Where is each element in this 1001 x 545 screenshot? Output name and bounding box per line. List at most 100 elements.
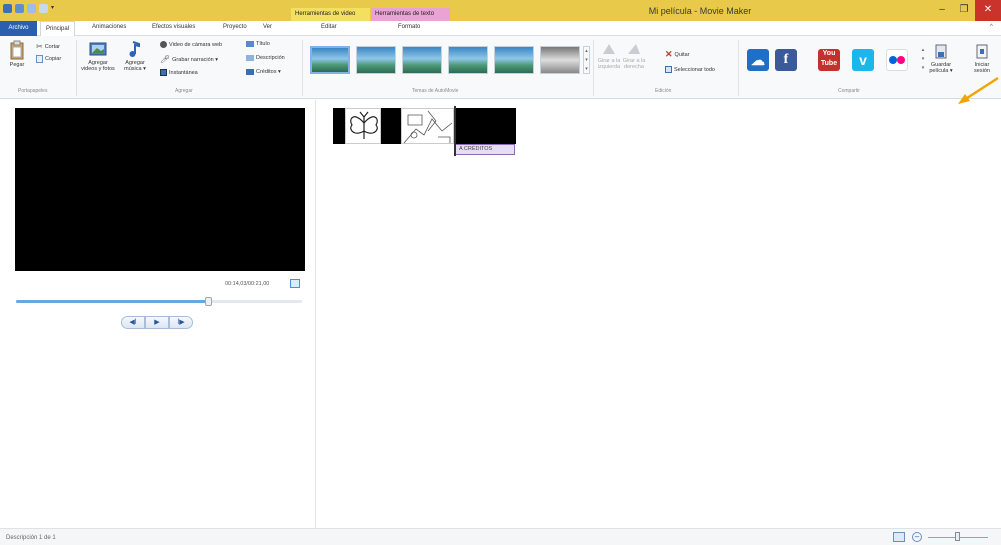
- title-label: Título: [256, 41, 270, 47]
- title-bar: ▾ Herramientas de video Herramientas de …: [0, 0, 1001, 21]
- previous-frame-button[interactable]: ◀ǀ: [121, 316, 145, 329]
- clip-credits-black[interactable]: [456, 108, 516, 144]
- seek-bar-thumb[interactable]: [204, 297, 212, 306]
- separator: [738, 40, 739, 96]
- credits-caption-bar[interactable]: A CRÉDITOS: [455, 144, 515, 155]
- credits-button[interactable]: Créditos ▾: [246, 69, 281, 75]
- narration-label: Grabar narración ▾: [172, 56, 219, 63]
- video-preview[interactable]: [15, 108, 305, 271]
- copy-label: Copiar: [45, 56, 62, 62]
- ribbon-tabs: Archivo Principal Animaciones Efectos vi…: [0, 21, 1001, 36]
- save-icon[interactable]: [15, 4, 24, 13]
- sign-in-label: Iniciar sesión: [974, 62, 990, 74]
- line-drawing-icon: [403, 110, 453, 144]
- scissors-icon: ✂: [36, 42, 43, 51]
- youtube-icon[interactable]: You Tube: [818, 49, 840, 71]
- add-music-button[interactable]: Agregar música ▾: [118, 40, 152, 72]
- next-frame-button[interactable]: ǀ▶: [169, 316, 193, 329]
- clip-line-drawing[interactable]: [401, 108, 454, 144]
- zoom-out-icon[interactable]: –: [912, 532, 922, 542]
- tab-project[interactable]: Proyecto: [223, 24, 247, 30]
- playback-controls: ◀ǀ ▶ ǀ▶: [121, 316, 193, 329]
- add-videos-button[interactable]: Agregar videos y fotos: [80, 40, 116, 72]
- share-gallery-more-icon[interactable]: ▴ ▾ ▾: [920, 46, 926, 74]
- credits-label: Créditos ▾: [256, 69, 281, 75]
- cut-button[interactable]: ✂ Cortar: [36, 42, 60, 51]
- maximize-button[interactable]: ❐: [953, 0, 975, 21]
- clip-black-1[interactable]: [333, 108, 345, 144]
- tab-home[interactable]: Principal: [40, 21, 76, 36]
- rotate-left-button[interactable]: Girar a la izquierda: [597, 42, 621, 70]
- previous-frame-icon: ◀ǀ: [129, 319, 137, 326]
- snapshot-label: Instantánea: [169, 69, 198, 76]
- fullscreen-icon[interactable]: [290, 279, 300, 288]
- play-button[interactable]: ▶: [145, 316, 169, 329]
- clip-black-2[interactable]: [381, 108, 401, 144]
- title-button[interactable]: Título: [246, 41, 270, 47]
- copy-button[interactable]: Copiar: [36, 55, 61, 63]
- sign-in-icon: [976, 44, 988, 59]
- rotate-right-button[interactable]: Girar a la derecha: [622, 42, 646, 70]
- themes-gallery-more-icon[interactable]: ▴ ▾ ▾: [583, 46, 590, 74]
- pane-divider[interactable]: [315, 100, 316, 528]
- webcam-video-button[interactable]: Video de cámara web: [160, 41, 222, 48]
- snapshot-button[interactable]: Instantánea: [160, 69, 198, 76]
- tab-view[interactable]: Ver: [263, 24, 272, 30]
- save-movie-button[interactable]: Guardar película ▾: [928, 44, 954, 74]
- tab-format[interactable]: Formato: [398, 24, 420, 30]
- theme-thumbnail-2[interactable]: [356, 46, 396, 74]
- facebook-icon[interactable]: f: [775, 49, 797, 71]
- flickr-icon[interactable]: [886, 49, 908, 71]
- tab-edit[interactable]: Editar: [321, 24, 337, 30]
- theme-thumbnail-4[interactable]: [448, 46, 488, 74]
- playhead-cursor[interactable]: [454, 106, 456, 156]
- theme-thumbnail-3[interactable]: [402, 46, 442, 74]
- zoom-slider-thumb[interactable]: [955, 532, 960, 541]
- undo-icon[interactable]: [27, 4, 36, 13]
- group-label-themes: Temas de AutoMovie: [412, 88, 459, 94]
- tab-visual-effects[interactable]: Efectos visuales: [152, 24, 195, 30]
- sign-in-button[interactable]: Iniciar sesión: [968, 44, 996, 74]
- context-tab-video-tools: Herramientas de video: [291, 8, 370, 21]
- tab-file[interactable]: Archivo: [0, 21, 37, 36]
- select-all-icon: [665, 66, 672, 73]
- save-movie-label: Guardar película ▾: [929, 62, 953, 74]
- title-icon: [246, 41, 254, 47]
- remove-label: Quitar: [674, 51, 690, 58]
- group-label-add: Agregar: [175, 88, 193, 94]
- separator: [302, 40, 303, 96]
- remove-x-icon: ✕: [665, 49, 673, 59]
- qat-dropdown-icon[interactable]: ▾: [51, 4, 60, 13]
- ribbon-collapse-icon[interactable]: ^: [990, 24, 993, 30]
- onedrive-icon[interactable]: ☁: [747, 49, 769, 71]
- vimeo-icon[interactable]: v: [852, 49, 874, 71]
- caption-button[interactable]: Descripción: [246, 55, 285, 61]
- remove-button[interactable]: ✕ Quitar: [665, 49, 690, 60]
- theme-thumbnail-1[interactable]: [310, 46, 350, 74]
- theme-thumbnail-6[interactable]: [540, 46, 580, 74]
- credits-icon: [246, 69, 254, 75]
- quick-access-toolbar: ▾: [3, 4, 60, 13]
- record-narration-button[interactable]: 🎤︎ Grabar narración ▾: [160, 55, 218, 64]
- app-menu-icon[interactable]: [3, 4, 12, 13]
- storyboard-size-icon[interactable]: [893, 532, 905, 542]
- select-all-button[interactable]: Seleccionar todo: [665, 66, 715, 73]
- close-button[interactable]: ✕: [975, 0, 1001, 21]
- redo-icon[interactable]: [39, 4, 48, 13]
- theme-thumbnail-5[interactable]: [494, 46, 534, 74]
- annotation-arrow-icon: [958, 76, 999, 104]
- context-tab-text-tools: Herramientas de texto: [371, 8, 450, 21]
- music-note-icon: [129, 41, 140, 57]
- status-bar: Descripción 1 de 1 –: [0, 528, 1001, 545]
- rotate-right-icon: [628, 44, 640, 54]
- paste-button[interactable]: Pegar: [6, 40, 28, 68]
- tab-animations[interactable]: Animaciones: [92, 24, 126, 30]
- separator: [76, 40, 77, 96]
- seek-bar[interactable]: [16, 297, 302, 306]
- clip-butterfly[interactable]: [345, 108, 381, 144]
- minimize-button[interactable]: –: [931, 0, 953, 21]
- group-label-clipboard: Portapapeles: [18, 88, 48, 94]
- group-label-editing: Edición: [655, 88, 672, 94]
- ribbon: Pegar ✂ Cortar Copiar Portapapeles Agreg…: [0, 36, 1001, 104]
- window-title: Mi película - Movie Maker: [648, 6, 752, 16]
